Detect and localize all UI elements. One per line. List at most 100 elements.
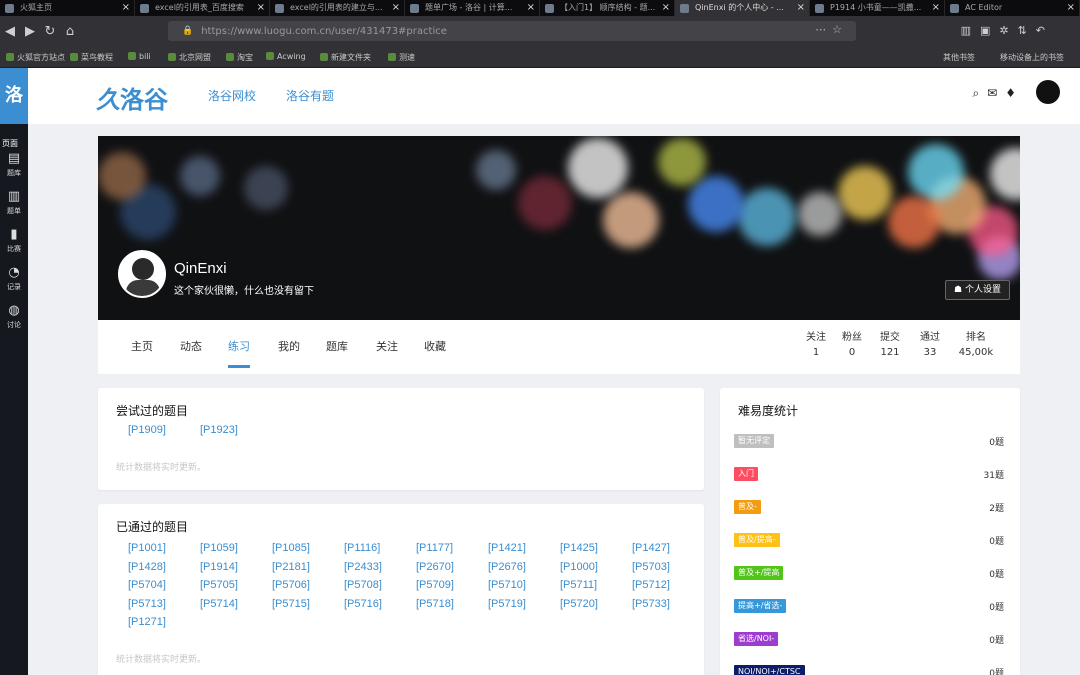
problem-link[interactable]: [P5708] bbox=[344, 579, 382, 591]
problem-link[interactable]: [P1421] bbox=[488, 542, 526, 554]
problem-link[interactable]: [P5714] bbox=[200, 598, 238, 610]
difficulty-badge[interactable]: 普及- bbox=[734, 500, 761, 514]
profile-stat[interactable]: 提交 121 bbox=[870, 328, 910, 358]
problem-link[interactable]: [P5706] bbox=[272, 579, 310, 591]
user-avatar[interactable] bbox=[118, 250, 166, 298]
difficulty-badge[interactable]: 普及+/提高 bbox=[734, 566, 784, 580]
browser-tab[interactable]: QinEnxi 的个人中心 - ... × bbox=[675, 0, 810, 16]
profile-stat[interactable]: 粉丝 0 bbox=[832, 328, 872, 358]
profile-stat[interactable]: 排名 45,00k bbox=[956, 328, 996, 358]
problem-link[interactable]: [P5710] bbox=[488, 579, 526, 591]
tab-close-icon[interactable]: × bbox=[122, 0, 130, 16]
problem-link[interactable]: [P1177] bbox=[416, 542, 453, 554]
profile-stat[interactable]: 关注 1 bbox=[796, 328, 836, 358]
problem-link[interactable]: [P2676] bbox=[488, 561, 526, 573]
profile-tab[interactable]: 关注 bbox=[376, 338, 398, 354]
tab-close-icon[interactable]: × bbox=[662, 0, 670, 16]
header-avatar[interactable] bbox=[1036, 80, 1060, 104]
tab-close-icon[interactable]: × bbox=[1067, 0, 1075, 16]
browser-tab[interactable]: excel的引用表_百度搜索 × bbox=[135, 0, 270, 16]
profile-settings-button[interactable]: ☗ 个人设置 bbox=[945, 280, 1010, 300]
problem-link[interactable]: [P5712] bbox=[632, 579, 670, 591]
problem-link[interactable]: [P1001] bbox=[128, 542, 166, 554]
problem-link[interactable]: [P1923] bbox=[200, 424, 238, 436]
browser-tab[interactable]: AC Editor × bbox=[945, 0, 1080, 16]
problem-link[interactable]: [P2433] bbox=[344, 561, 382, 573]
search-icon[interactable]: ⌕ bbox=[972, 86, 987, 100]
toolbar-right-icons[interactable]: ▥▣✲⇅↶ bbox=[961, 24, 1054, 37]
difficulty-badge[interactable]: 入门 bbox=[734, 467, 758, 481]
problem-link[interactable]: [P5716] bbox=[344, 598, 382, 610]
sidebar-item[interactable]: ◍ 讨论 bbox=[0, 304, 28, 330]
sidebar-item[interactable]: ◔ 记录 bbox=[0, 266, 28, 292]
bookmark-folder-right[interactable]: 移动设备上的书签 bbox=[1000, 52, 1064, 63]
sidebar-item[interactable]: ▥ 题单 bbox=[0, 190, 28, 216]
difficulty-badge[interactable]: 暂无评定 bbox=[734, 434, 774, 448]
bookmark-item[interactable]: 测速 bbox=[388, 52, 415, 63]
bookmark-item[interactable]: 菜鸟教程 bbox=[70, 52, 113, 63]
tab-close-icon[interactable]: × bbox=[527, 0, 535, 16]
home-icon[interactable]: ⌂ bbox=[60, 24, 80, 39]
problem-link[interactable]: [P1000] bbox=[560, 561, 598, 573]
bookmark-item[interactable]: 新建文件夹 bbox=[320, 52, 371, 63]
browser-tab[interactable]: excel的引用表的建立与... × bbox=[270, 0, 405, 16]
problem-link[interactable]: [P1914] bbox=[200, 561, 238, 573]
bookmark-item[interactable]: 淘宝 bbox=[226, 52, 253, 63]
tab-close-icon[interactable]: × bbox=[797, 0, 805, 16]
problem-link[interactable]: [P1909] bbox=[128, 424, 166, 436]
problem-link[interactable]: [P5715] bbox=[272, 598, 310, 610]
problem-link[interactable]: [P2670] bbox=[416, 561, 454, 573]
browser-tab[interactable]: 火狐主页 × bbox=[0, 0, 135, 16]
browser-tab[interactable]: 【入门1】 顺序结构 - 题... × bbox=[540, 0, 675, 16]
nav-link-problems[interactable]: 洛谷有题 bbox=[286, 87, 334, 104]
browser-tab[interactable]: 题单广场 - 洛谷 | 计算... × bbox=[405, 0, 540, 16]
profile-stat[interactable]: 通过 33 bbox=[910, 328, 950, 358]
problem-link[interactable]: [P5733] bbox=[632, 598, 670, 610]
difficulty-badge[interactable]: 省选/NOI- bbox=[734, 632, 779, 646]
profile-tab[interactable]: 我的 bbox=[278, 338, 300, 354]
problem-link[interactable]: [P2181] bbox=[272, 561, 310, 573]
reload-icon[interactable]: ↻ bbox=[40, 24, 60, 39]
problem-link[interactable]: [P1425] bbox=[560, 542, 598, 554]
bookmark-star-icon[interactable]: ⋯☆ bbox=[815, 23, 848, 36]
difficulty-badge[interactable]: 提高+/省选- bbox=[734, 599, 787, 613]
problem-link[interactable]: [P5718] bbox=[416, 598, 454, 610]
problem-link[interactable]: [P5703] bbox=[632, 561, 670, 573]
mail-icon[interactable]: ✉ bbox=[987, 86, 1005, 100]
difficulty-badge[interactable]: NOI/NOI+/CTSC bbox=[734, 665, 805, 675]
nav-link-school[interactable]: 洛谷网校 bbox=[208, 87, 256, 104]
problem-link[interactable]: [P1059] bbox=[200, 542, 238, 554]
problem-link[interactable]: [P5719] bbox=[488, 598, 526, 610]
site-brand[interactable]: 久洛谷 bbox=[96, 80, 168, 115]
bell-icon[interactable]: ♦ bbox=[1005, 86, 1024, 100]
problem-link[interactable]: [P1427] bbox=[632, 542, 670, 554]
bookmark-item[interactable]: 北京网盟 bbox=[168, 52, 211, 63]
sidebar-item[interactable]: ▤ 题库 bbox=[0, 152, 28, 178]
bookmark-item[interactable]: 火狐官方站点 bbox=[6, 52, 65, 63]
luogu-logo[interactable]: 洛 bbox=[0, 68, 28, 124]
forward-icon[interactable]: ▶ bbox=[20, 24, 40, 39]
problem-link[interactable]: [P1085] bbox=[272, 542, 310, 554]
tab-close-icon[interactable]: × bbox=[932, 0, 940, 16]
tab-close-icon[interactable]: × bbox=[392, 0, 400, 16]
bookmark-item[interactable]: Acwing bbox=[266, 52, 306, 61]
problem-link[interactable]: [P5704] bbox=[128, 579, 166, 591]
problem-link[interactable]: [P5711] bbox=[560, 579, 597, 591]
profile-tab[interactable]: 练习 bbox=[228, 338, 250, 368]
profile-tab[interactable]: 动态 bbox=[180, 338, 202, 354]
problem-link[interactable]: [P1116] bbox=[344, 542, 380, 554]
problem-link[interactable]: [P1271] bbox=[128, 616, 166, 628]
difficulty-badge[interactable]: 普及/提高- bbox=[734, 533, 780, 547]
browser-tab[interactable]: P1914 小书童——凯撒... × bbox=[810, 0, 945, 16]
profile-tab[interactable]: 题库 bbox=[326, 338, 348, 354]
bookmark-folder-right[interactable]: 其他书签 bbox=[943, 52, 975, 63]
bookmark-item[interactable]: bili bbox=[128, 52, 151, 61]
problem-link[interactable]: [P1428] bbox=[128, 561, 166, 573]
problem-link[interactable]: [P5720] bbox=[560, 598, 598, 610]
problem-link[interactable]: [P5705] bbox=[200, 579, 238, 591]
profile-tab[interactable]: 主页 bbox=[131, 338, 153, 354]
problem-link[interactable]: [P5709] bbox=[416, 579, 454, 591]
profile-tab[interactable]: 收藏 bbox=[424, 338, 446, 354]
back-icon[interactable]: ◀ bbox=[0, 24, 20, 39]
problem-link[interactable]: [P5713] bbox=[128, 598, 166, 610]
